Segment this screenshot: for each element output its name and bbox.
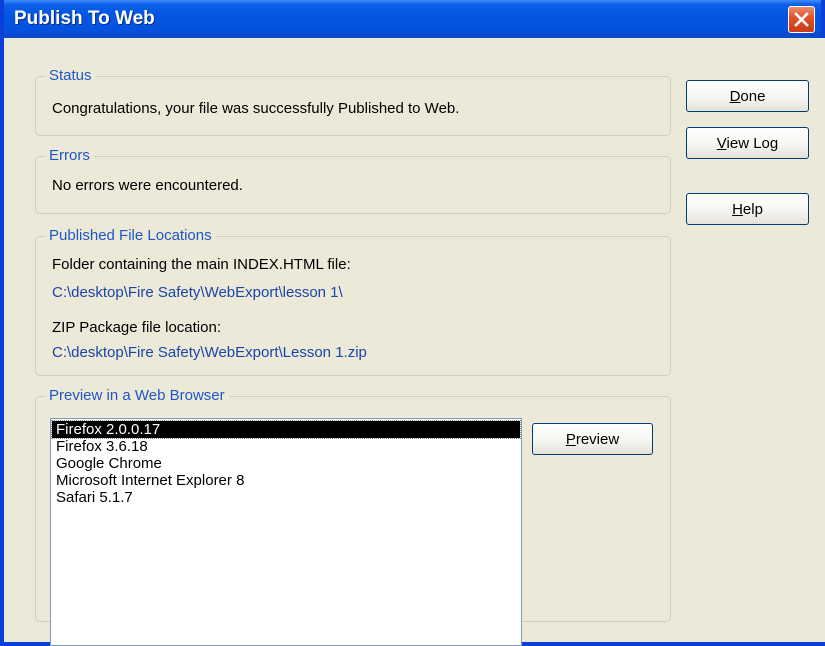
browser-list-item[interactable]: Safari 5.1.7 (52, 489, 520, 506)
help-button[interactable]: Help (686, 193, 809, 225)
zip-label: ZIP Package file location: (52, 319, 221, 336)
view-log-button-mnemonic: V (716, 134, 727, 152)
zip-path: C:\desktop\Fire Safety\WebExport\Lesson … (52, 344, 367, 361)
help-button-mnemonic: H (732, 200, 743, 218)
status-legend: Status (45, 67, 96, 85)
browser-listbox[interactable]: Firefox 2.0.0.17 Firefox 3.6.18 Google C… (50, 418, 522, 646)
preview-button[interactable]: Preview (532, 423, 653, 455)
folder-path: C:\desktop\Fire Safety\WebExport\lesson … (52, 284, 343, 301)
browser-list-item[interactable]: Firefox 2.0.0.17 (51, 420, 521, 439)
status-message: Congratulations, your file was successfu… (52, 100, 460, 117)
browser-list-item[interactable]: Microsoft Internet Explorer 8 (52, 472, 520, 489)
window-title: Publish To Web (14, 8, 155, 29)
close-button[interactable] (788, 6, 815, 33)
preview-button-mnemonic: P (565, 430, 576, 448)
file-locations-group: Published File Locations Folder containi… (35, 227, 671, 376)
browser-list-item[interactable]: Google Chrome (52, 455, 520, 472)
browser-list-item[interactable]: Firefox 3.6.18 (52, 438, 520, 455)
close-x-icon (794, 12, 809, 27)
view-log-button-label: iew Log (726, 134, 779, 152)
errors-legend: Errors (45, 147, 94, 165)
preview-button-label: review (575, 430, 620, 448)
done-button-label: one (740, 87, 766, 105)
file-locations-legend: Published File Locations (45, 227, 216, 245)
status-group: Status Congratulations, your file was su… (35, 67, 671, 136)
done-button[interactable]: Done (686, 80, 809, 112)
publish-to-web-dialog: Publish To Web Status Congratulations, y… (0, 0, 825, 646)
help-button-label: elp (742, 200, 763, 218)
view-log-button[interactable]: View Log (686, 127, 809, 159)
errors-message: No errors were encountered. (52, 177, 243, 194)
dialog-body: Status Congratulations, your file was su… (8, 38, 825, 646)
title-bar[interactable]: Publish To Web (4, 0, 821, 38)
done-button-mnemonic: D (729, 87, 741, 105)
preview-legend: Preview in a Web Browser (45, 387, 229, 405)
errors-group: Errors No errors were encountered. (35, 147, 671, 214)
folder-label: Folder containing the main INDEX.HTML fi… (52, 256, 351, 273)
